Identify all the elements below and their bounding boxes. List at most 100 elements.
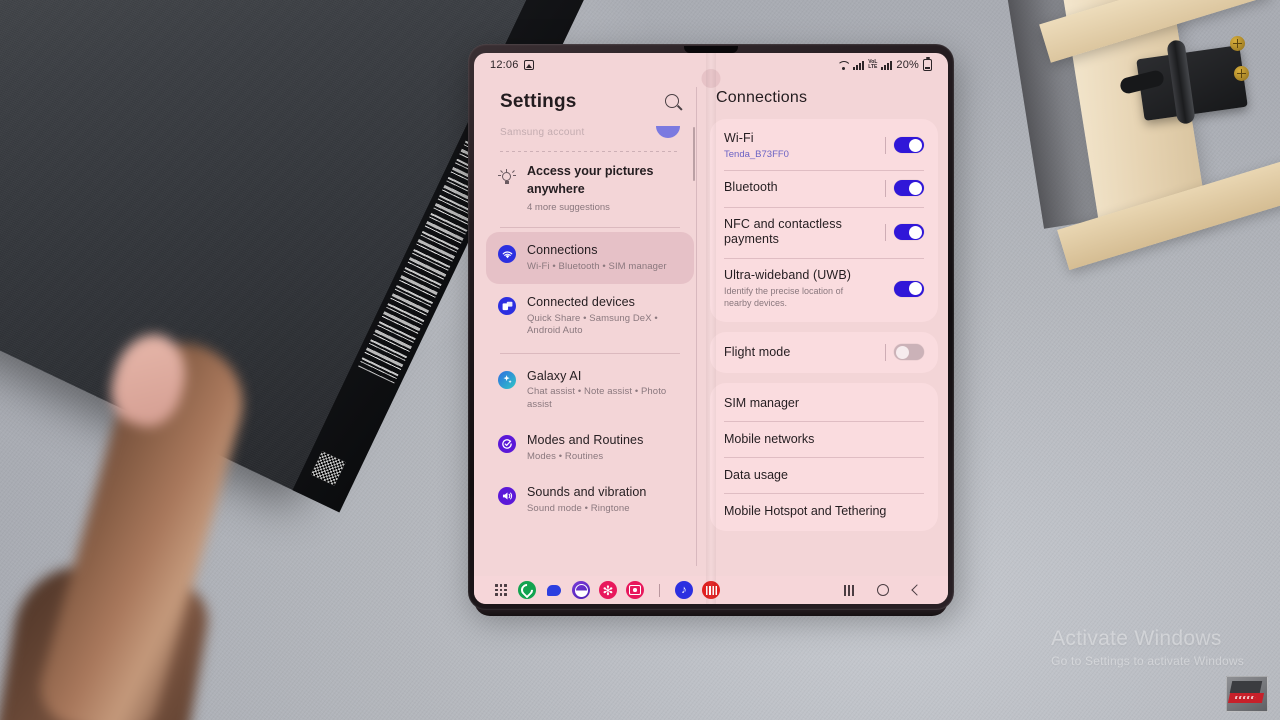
sidebar-item-samsung-account[interactable]: Samsung account xyxy=(486,123,694,141)
home-icon[interactable] xyxy=(866,584,900,596)
taskbar xyxy=(474,576,948,604)
volte-bottom-label: LTE xyxy=(868,64,878,70)
music-icon[interactable] xyxy=(675,581,693,599)
sidebar-header: Settings xyxy=(486,77,696,123)
toggle-divider xyxy=(885,223,886,241)
sidebar-item-sublabel: Modes • Routines xyxy=(527,450,604,462)
taskbar-divider xyxy=(659,583,660,597)
row-bluetooth[interactable]: Bluetooth xyxy=(710,169,938,207)
battery-percent: 20% xyxy=(896,59,919,71)
sidebar-item-label: Galaxy AI xyxy=(527,368,582,383)
row-mobile-hotspot-tethering[interactable]: Mobile Hotspot and Tethering xyxy=(710,492,938,529)
sidebar-scrollbar[interactable] xyxy=(693,127,695,181)
phone-icon[interactable] xyxy=(518,581,536,599)
sidebar-item-galaxy-ai[interactable]: Galaxy AI Chat assist • Note assist • Ph… xyxy=(486,358,694,422)
status-bar-left: 12:06 xyxy=(490,59,534,71)
samsung-account-label: Samsung account xyxy=(500,126,585,138)
connections-scroll-area[interactable]: Wi-Fi Tenda_B73FF0 Bluetooth NFC and con… xyxy=(710,119,938,576)
messages-icon[interactable] xyxy=(545,581,563,599)
gallery-icon[interactable] xyxy=(599,581,617,599)
screw-icon xyxy=(1230,36,1245,51)
toggle-divider xyxy=(885,136,886,154)
device-notch xyxy=(684,46,738,53)
wifi-icon xyxy=(837,60,849,70)
status-bar-right: VoL LTE 20% xyxy=(837,57,932,71)
suggestion-title: Access your pictures anywhere xyxy=(527,164,654,196)
sidebar-scroll-area[interactable]: Samsung account Access your pictures any… xyxy=(486,123,696,576)
apps-grid-icon[interactable] xyxy=(486,583,516,597)
mobile-hotspot-label: Mobile Hotspot and Tethering xyxy=(724,503,887,518)
wifi-toggle[interactable] xyxy=(894,137,924,154)
sidebar-divider-2 xyxy=(500,352,680,354)
photo-icon xyxy=(523,60,534,70)
galaxy-ai-icon xyxy=(498,370,516,389)
wifi-network-name: Tenda_B73FF0 xyxy=(724,148,789,160)
back-icon[interactable] xyxy=(900,584,934,596)
connections-header: Connections xyxy=(710,77,938,119)
human-finger xyxy=(0,320,348,720)
sidebar-item-modes-and-routines[interactable]: Modes and Routines Modes • Routines xyxy=(486,422,694,474)
data-usage-label: Data usage xyxy=(724,467,788,482)
pane-divider xyxy=(696,87,697,566)
row-uwb[interactable]: Ultra-wideband (UWB) Identify the precis… xyxy=(710,257,938,320)
sidebar-item-label: Modes and Routines xyxy=(527,432,644,447)
battery-icon xyxy=(923,57,932,71)
row-mobile-networks[interactable]: Mobile networks xyxy=(710,420,938,457)
nfc-toggle[interactable] xyxy=(894,224,924,240)
mobile-networks-label: Mobile networks xyxy=(724,431,815,446)
toggle-divider xyxy=(885,179,886,197)
sidebar-item-suggestion[interactable]: Access your pictures anywhere 4 more sug… xyxy=(486,156,694,223)
wifi-label: Wi-Fi xyxy=(724,131,754,145)
signal-bars-icon-2 xyxy=(881,60,893,70)
uwb-description: Identify the precise location of nearby … xyxy=(724,286,844,308)
taskbar-app-icons xyxy=(516,581,720,599)
screw-icon xyxy=(1234,66,1249,81)
flight-mode-toggle[interactable] xyxy=(894,344,924,361)
galaxy-zfold6-device: 12:06 VoL LTE 20% Settings Samsung accou… xyxy=(468,44,958,620)
wooden-frame-with-hinge xyxy=(1004,0,1280,271)
connected-devices-icon xyxy=(498,297,516,316)
lightbulb-icon xyxy=(498,169,516,187)
row-wifi[interactable]: Wi-Fi Tenda_B73FF0 xyxy=(710,121,938,170)
device-screen: 12:06 VoL LTE 20% Settings Samsung accou… xyxy=(474,53,948,604)
sidebar-item-sublabel: Chat assist • Note assist • Photo assist xyxy=(527,386,667,410)
connections-title: Connections xyxy=(716,89,808,106)
nfc-label: NFC and contactless payments xyxy=(724,216,842,247)
row-sim-manager[interactable]: SIM manager xyxy=(710,385,938,421)
uwb-label: Ultra-wideband (UWB) xyxy=(724,267,852,282)
sidebar-item-sublabel: Quick Share • Samsung DeX • Android Auto xyxy=(527,312,658,337)
wifi-icon xyxy=(498,245,516,263)
row-data-usage[interactable]: Data usage xyxy=(710,456,938,493)
connections-toggle-card: Wi-Fi Tenda_B73FF0 Bluetooth NFC and con… xyxy=(710,119,938,322)
flight-mode-card: Flight mode xyxy=(710,331,938,373)
sidebar-item-connections[interactable]: Connections Wi-Fi • Bluetooth • SIM mana… xyxy=(486,232,694,285)
avatar xyxy=(656,126,680,138)
dashed-divider xyxy=(500,151,680,152)
connections-pane: Connections Wi-Fi Tenda_B73FF0 Bluetooth… xyxy=(696,77,948,576)
internet-icon[interactable] xyxy=(572,581,590,599)
sidebar-item-label: Connections xyxy=(527,243,598,257)
signal-bars-icon xyxy=(853,60,865,70)
flight-mode-label: Flight mode xyxy=(724,344,791,359)
network-links-card: SIM manager Mobile networks Data usage M… xyxy=(710,382,938,531)
uwb-toggle[interactable] xyxy=(894,280,924,297)
search-icon[interactable] xyxy=(665,93,682,111)
voice-recorder-icon[interactable] xyxy=(702,581,720,599)
sidebar-divider xyxy=(500,227,680,228)
toggle-divider xyxy=(885,343,886,361)
status-time: 12:06 xyxy=(490,59,519,71)
sidebar-item-sublabel: Sound mode • Ringtone xyxy=(527,502,630,514)
keyboard-key xyxy=(1229,681,1263,693)
modes-routines-icon xyxy=(498,434,516,453)
sidebar-item-label: Connected devices xyxy=(527,295,636,310)
suggestion-subtitle: 4 more suggestions xyxy=(527,202,610,213)
sidebar-item-label: Sounds and vibration xyxy=(527,485,647,500)
row-flight-mode[interactable]: Flight mode xyxy=(710,334,938,371)
bluetooth-label: Bluetooth xyxy=(724,180,778,195)
sidebar-item-connected-devices[interactable]: Connected devices Quick Share • Samsung … xyxy=(486,284,694,348)
camera-icon[interactable] xyxy=(626,581,644,599)
bluetooth-toggle[interactable] xyxy=(894,180,924,196)
sidebar-item-sounds-and-vibration[interactable]: Sounds and vibration Sound mode • Ringto… xyxy=(486,474,694,526)
recents-icon[interactable] xyxy=(832,584,866,596)
row-nfc[interactable]: NFC and contactless payments xyxy=(710,206,938,258)
